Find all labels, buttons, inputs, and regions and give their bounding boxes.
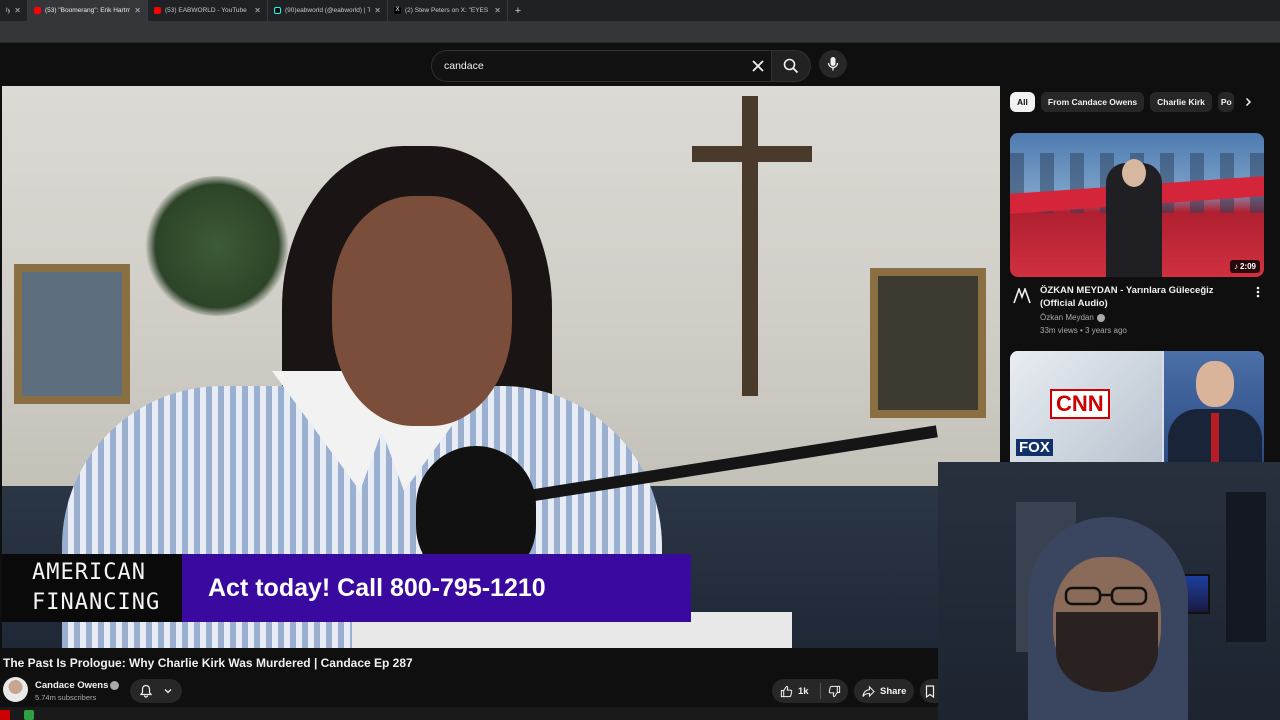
voice-search-button[interactable] (819, 50, 847, 78)
channel-avatar[interactable] (3, 677, 28, 702)
chevron-right-icon (1245, 97, 1252, 107)
chip-from-channel[interactable]: From Candace Owens (1040, 92, 1145, 112)
youtube-icon (154, 7, 161, 14)
x-icon: X (394, 7, 401, 14)
search-input[interactable] (444, 60, 734, 72)
thumbnail-art (1211, 413, 1219, 463)
thumbnail-logo-text: CNN (1050, 389, 1110, 419)
browser-tab[interactable]: (53) "Boomerang": Erik Hartman ✕ (28, 0, 148, 21)
tab-title: (53) EABWORLD - YouTube (165, 7, 247, 14)
chevron-down-icon (164, 689, 172, 694)
share-label: Share (880, 685, 907, 697)
youtube-icon (34, 7, 41, 14)
glasses-icon (1064, 586, 1148, 606)
close-tab-icon[interactable]: ✕ (374, 6, 381, 15)
filter-chips: All From Candace Owens Charlie Kirk Po (1010, 92, 1234, 112)
chip-topic[interactable]: Charlie Kirk (1150, 92, 1212, 112)
channel-avatar[interactable] (1012, 286, 1032, 306)
ad-cta-text: Act today! Call 800-795-1210 (208, 573, 546, 602)
like-count: 1k (798, 685, 809, 697)
save-button[interactable] (920, 679, 940, 703)
duration-badge: ♪ 2:09 (1229, 260, 1260, 273)
bell-icon (139, 684, 153, 698)
ad-brand-line: FINANCING (32, 590, 161, 615)
tab-title: ly (6, 7, 11, 14)
microphone-icon (827, 57, 839, 71)
thumbs-up-icon (780, 685, 793, 697)
search-button[interactable] (771, 50, 811, 82)
crucifix (742, 96, 758, 396)
card-title[interactable]: ÖZKAN MEYDAN - Yarınlara Güleceğiz (Offi… (1040, 284, 1240, 310)
taskbar-strip (0, 707, 938, 720)
thumbs-down-icon (828, 685, 841, 697)
browser-tab[interactable]: ly ✕ (0, 0, 28, 21)
subscriber-count: 5.74m subscribers (35, 693, 97, 702)
thumbnail-logo-text: FOX (1016, 439, 1053, 456)
tab-title: (90)eabworld (@eabworld) | TikT (285, 7, 371, 14)
browser-tab[interactable]: X (2) Stew Peters on X: "EYES OF ✕ (388, 0, 508, 21)
webcam-background (1226, 492, 1266, 642)
search-icon (783, 58, 799, 74)
clear-search-icon[interactable] (750, 58, 766, 74)
webcam-overlay (938, 462, 1280, 720)
channel-logo-icon (1013, 288, 1031, 304)
music-note-icon: ♪ (1233, 262, 1238, 271)
duration-text: 2:09 (1239, 262, 1256, 271)
share-icon (862, 685, 875, 697)
more-options-button[interactable] (1252, 285, 1264, 299)
picture-frame (870, 268, 986, 418)
thumbnail-art (1196, 361, 1234, 407)
tab-title: (53) "Boomerang": Erik Hartman (45, 7, 131, 14)
verified-icon (110, 681, 119, 690)
like-button[interactable]: 1k (772, 685, 820, 698)
host-face (332, 196, 512, 426)
bookmark-icon (925, 684, 935, 698)
ad-cta-panel[interactable]: Act today! Call 800-795-1210 (182, 554, 691, 622)
like-dislike-group: 1k (772, 679, 848, 703)
chip-all[interactable]: All (1010, 92, 1035, 112)
search-box[interactable] (431, 50, 772, 82)
browser-toolbar (0, 21, 1280, 43)
kebab-menu-icon (1256, 286, 1260, 298)
card-channel-name: Özkan Meydan (1040, 313, 1094, 322)
chips-next-button[interactable] (1238, 92, 1258, 112)
app-icon[interactable] (24, 710, 34, 720)
dislike-button[interactable] (821, 685, 848, 698)
video-title: The Past Is Prologue: Why Charlie Kirk W… (3, 656, 413, 670)
channel-name[interactable]: Candace Owens (35, 680, 108, 691)
card-meta: 33m views • 3 years ago (1040, 326, 1127, 335)
ad-brand-line: AMERICAN (32, 560, 146, 585)
card-channel[interactable]: Özkan Meydan (1040, 313, 1105, 322)
ad-brand-panel[interactable]: AMERICAN FINANCING (2, 554, 182, 622)
close-tab-icon[interactable]: ✕ (254, 6, 261, 15)
video-thumbnail[interactable]: CNN FOX (1010, 351, 1264, 463)
thumbnail-art (1122, 159, 1146, 187)
browser-tab[interactable]: (53) EABWORLD - YouTube ✕ (148, 0, 268, 21)
streamer-beard (1056, 612, 1158, 692)
new-tab-button[interactable]: + (508, 0, 528, 21)
plant-decoration (142, 176, 292, 316)
crucifix (692, 146, 812, 162)
close-tab-icon[interactable]: ✕ (14, 6, 21, 15)
tab-title: (2) Stew Peters on X: "EYES OF (405, 7, 491, 14)
tiktok-icon (274, 7, 281, 14)
browser-tab-bar: ly ✕ (53) "Boomerang": Erik Hartman ✕ (5… (0, 0, 1280, 21)
notification-bell-button[interactable] (130, 679, 182, 703)
browser-tab[interactable]: (90)eabworld (@eabworld) | TikT ✕ (268, 0, 388, 21)
close-tab-icon[interactable]: ✕ (134, 6, 141, 15)
youtube-header (0, 43, 1280, 83)
share-button[interactable]: Share (854, 679, 914, 703)
app-icon[interactable] (0, 710, 10, 720)
video-thumbnail[interactable]: ♪ 2:09 (1010, 133, 1264, 277)
picture-frame (14, 264, 130, 404)
chip-topic[interactable]: Po (1217, 92, 1234, 112)
close-tab-icon[interactable]: ✕ (494, 6, 501, 15)
verified-icon (1096, 313, 1105, 322)
